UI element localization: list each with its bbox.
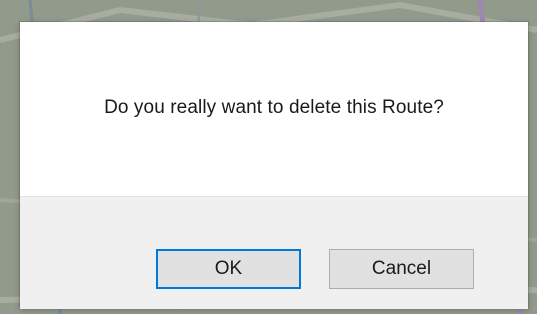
ok-button[interactable]: OK xyxy=(156,249,301,289)
dialog-body: Do you really want to delete this Route? xyxy=(20,22,528,196)
confirm-dialog: Do you really want to delete this Route?… xyxy=(20,22,528,309)
dialog-footer: OK Cancel xyxy=(20,196,528,309)
dialog-message: Do you really want to delete this Route? xyxy=(104,97,444,118)
cancel-button[interactable]: Cancel xyxy=(329,249,474,289)
